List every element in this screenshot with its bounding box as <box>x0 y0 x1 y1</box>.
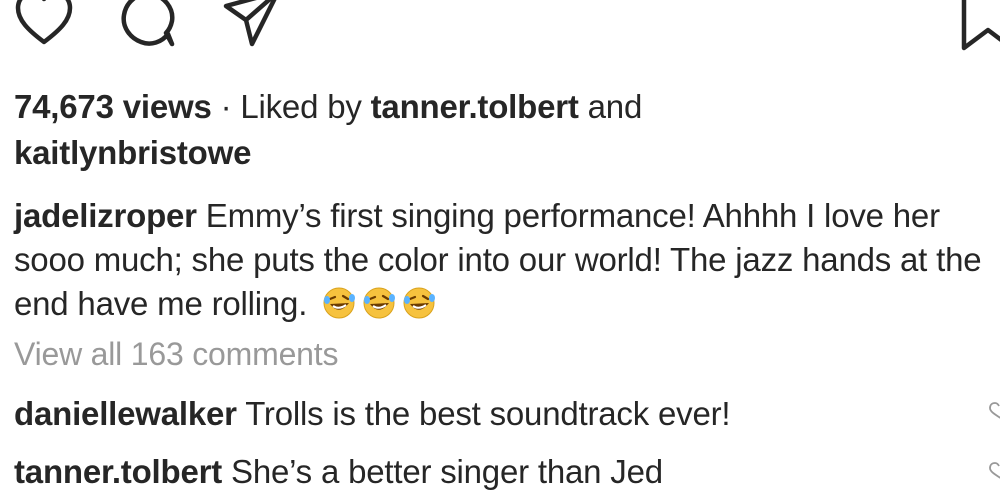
instagram-post: 74,673 views · Liked by tanner.tolbert a… <box>0 0 1000 500</box>
comment-like-heart-icon[interactable] <box>988 402 1000 422</box>
paper-plane-icon[interactable] <box>222 0 282 48</box>
comment-icon[interactable] <box>116 0 180 50</box>
liked-by-user-link[interactable]: kaitlynbristowe <box>14 134 251 171</box>
caption-author-link[interactable]: jadelizroper <box>14 197 197 234</box>
comment-text: She’s a better singer than Jed <box>222 453 663 490</box>
liked-by-text: · Liked by <box>211 88 371 125</box>
liked-by-line-2: kaitlynbristowe <box>14 133 251 173</box>
bookmark-icon[interactable] <box>958 0 1000 56</box>
comment-author-link[interactable]: daniellewalker <box>14 395 237 432</box>
view-count[interactable]: 74,673 views <box>14 88 212 125</box>
rolling-laughing-emoji-icon <box>362 286 396 320</box>
comment-row: tanner.tolbert She’s a better singer tha… <box>14 452 663 492</box>
liked-by-user-link[interactable]: tanner.tolbert <box>371 88 579 125</box>
comment-author-link[interactable]: tanner.tolbert <box>14 453 222 490</box>
post-caption: jadelizroper Emmy’s first singing perfor… <box>14 194 1000 326</box>
rolling-laughing-emoji-icon <box>322 286 356 320</box>
views-liked-by-line: 74,673 views · Liked by tanner.tolbert a… <box>14 87 642 127</box>
comment-like-heart-icon[interactable] <box>988 462 1000 482</box>
rolling-laughing-emoji-icon <box>402 286 436 320</box>
heart-icon[interactable] <box>14 0 74 48</box>
comment-text: Trolls is the best soundtrack ever! <box>236 395 731 432</box>
liked-by-and: and <box>578 88 643 125</box>
comment-row: daniellewalker Trolls is the best soundt… <box>14 394 731 434</box>
view-all-comments-link[interactable]: View all 163 comments <box>14 334 338 374</box>
